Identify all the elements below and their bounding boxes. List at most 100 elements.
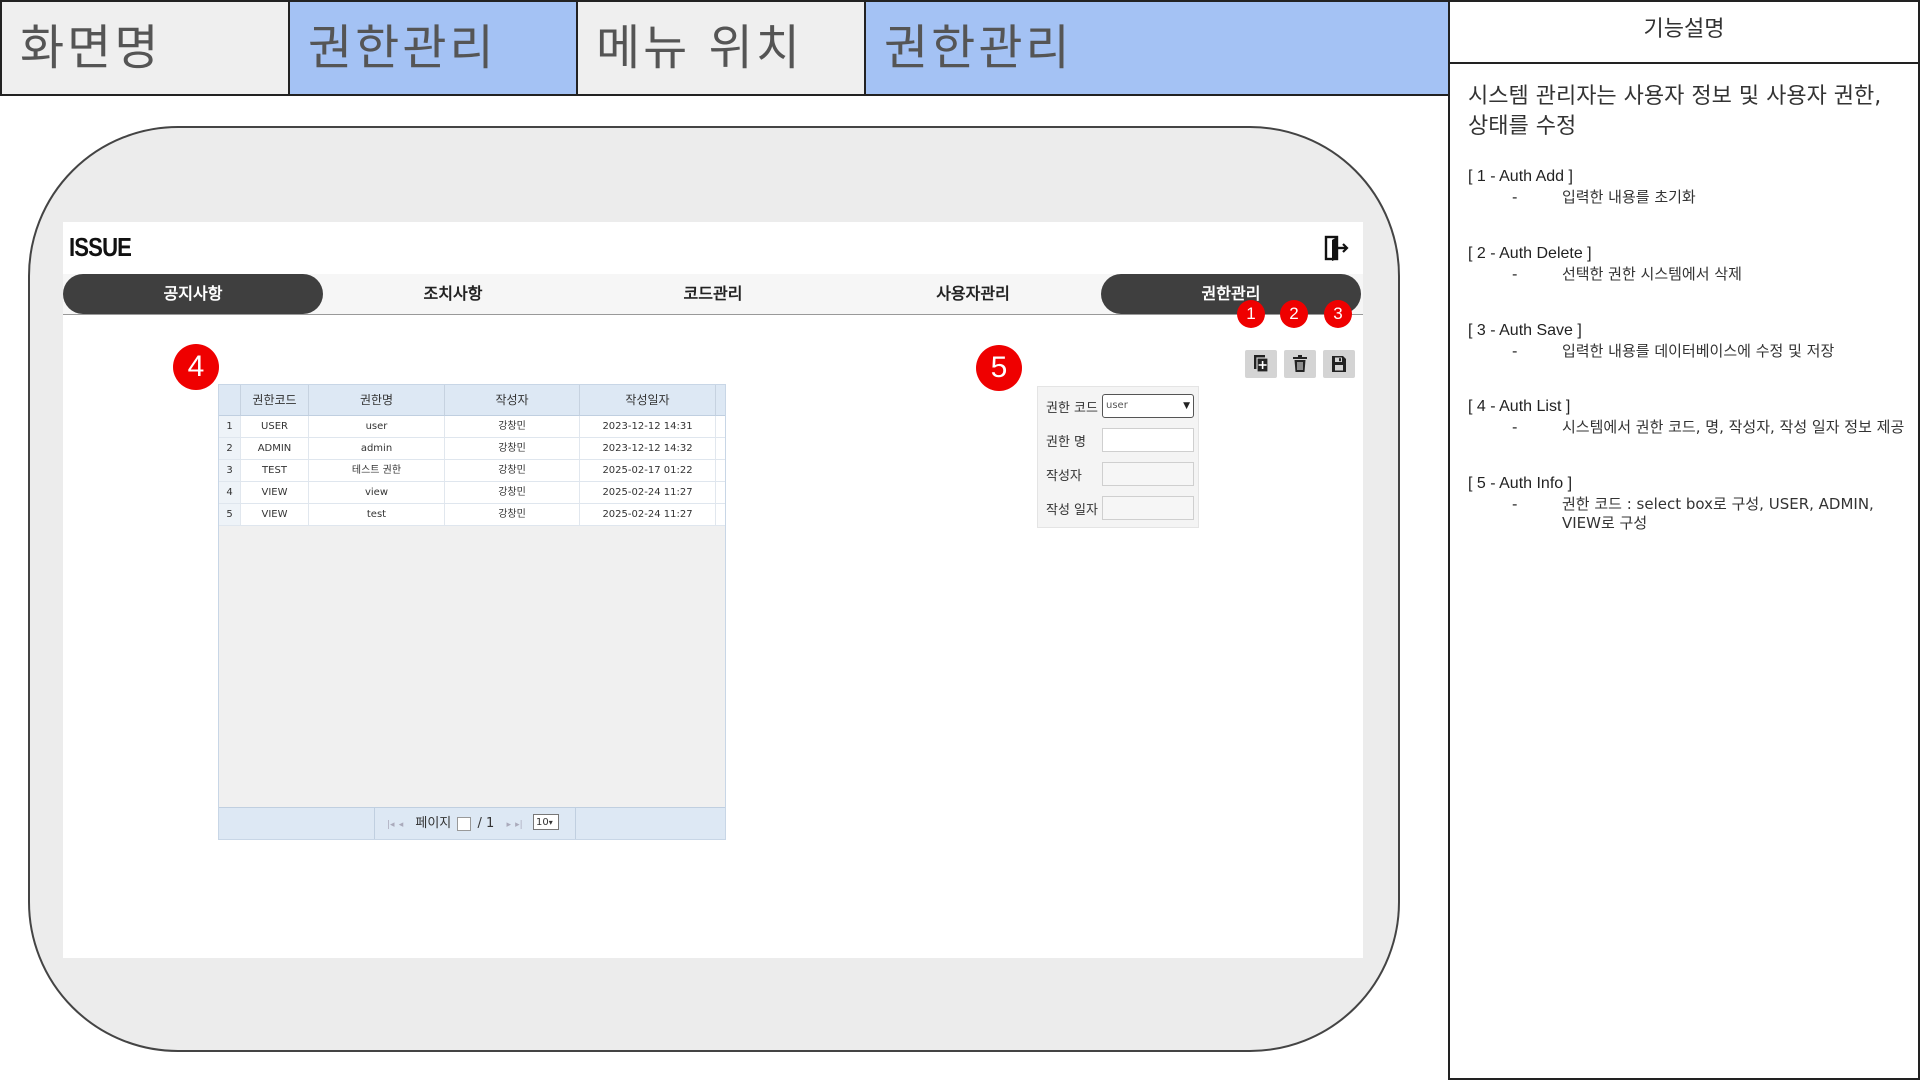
last-page-icon[interactable]: ▸|: [515, 820, 523, 830]
app-screen: ISSUE 공지사항 조치사항 코드관리 사용자관리 권한관리 권한코드 권한명…: [63, 222, 1363, 958]
desc-item-auth-info: [ 5 - Auth Info ] - 권한 코드 : select box로 구…: [1468, 475, 1908, 533]
cell-date: 2023-12-12 14:32: [580, 438, 716, 459]
prev-page-icon[interactable]: ◂: [399, 820, 404, 830]
table-row[interactable]: 5 VIEW test 강창민 2025-02-24 11:27: [219, 504, 725, 526]
tab-code-management[interactable]: 코드관리: [583, 274, 843, 314]
grid-header: 권한코드 권한명 작성자 작성일자: [219, 385, 725, 416]
auth-code-select[interactable]: user ▼: [1102, 394, 1194, 418]
marker-3: 3: [1324, 300, 1352, 328]
cell-author: 강창민: [445, 438, 580, 459]
cell-date: 2025-02-24 11:27: [580, 504, 716, 525]
desc-item-text: 권한 코드 : select box로 구성, USER, ADMIN, VIE…: [1562, 495, 1874, 532]
cell-name: test: [309, 504, 445, 525]
desc-item-auth-save: [ 3 - Auth Save ] - 입력한 내용를 데이터베이스에 수정 및 …: [1468, 322, 1908, 361]
add-document-icon: [1254, 355, 1269, 373]
trash-icon: [1293, 355, 1307, 372]
cell-date: 2025-02-24 11:27: [580, 482, 716, 503]
auth-code-value: user: [1106, 400, 1128, 411]
form-row-created-date: 작성 일자: [1040, 491, 1196, 525]
menu-location-value: 권한관리: [864, 0, 1450, 96]
row-number: 3: [219, 460, 241, 481]
column-header[interactable]: 권한코드: [241, 385, 309, 415]
desc-item-text: 입력한 내용를 데이터베이스에 수정 및 저장: [1562, 342, 1835, 360]
desc-item-text: 입력한 내용를 초기화: [1562, 188, 1696, 206]
cell-name: admin: [309, 438, 445, 459]
field-label: 권한 코드: [1046, 400, 1098, 416]
cell-author: 강창민: [445, 460, 580, 481]
row-number-header: [219, 385, 241, 415]
tab-user-management[interactable]: 사용자관리: [843, 274, 1103, 314]
cell-author: 강창민: [445, 416, 580, 437]
cell-name: view: [309, 482, 445, 503]
desc-item-text: 선택한 권한 시스템에서 삭제: [1562, 265, 1742, 283]
desc-item-title: [ 5 - Auth Info ]: [1468, 475, 1573, 492]
column-header[interactable]: 권한명: [309, 385, 445, 415]
next-page-icon[interactable]: ▸: [506, 820, 511, 830]
cell-date: 2025-02-17 01:22: [580, 460, 716, 481]
cell-name: user: [309, 416, 445, 437]
author-input[interactable]: [1102, 462, 1194, 486]
pager-controls: |◂ ◂ 페이지 / 1 ▸ ▸| 10▾: [374, 808, 576, 839]
marker-5: 5: [976, 345, 1022, 391]
floppy-disk-icon: [1332, 356, 1346, 372]
screen-name-value: 권한관리: [288, 0, 578, 96]
description-panel: 기능설명 시스템 관리자는 사용자 정보 및 사용자 권한, 상태를 수정 [ …: [1448, 0, 1920, 1080]
main-nav: 공지사항 조치사항 코드관리 사용자관리 권한관리: [63, 274, 1363, 315]
page-size-value: 10: [536, 817, 549, 828]
cell-code: ADMIN: [241, 438, 309, 459]
add-button[interactable]: [1245, 350, 1277, 378]
cell-code: VIEW: [241, 482, 309, 503]
desc-item-title: [ 2 - Auth Delete ]: [1468, 245, 1592, 262]
table-row[interactable]: 2 ADMIN admin 강창민 2023-12-12 14:32: [219, 438, 725, 460]
desc-item-text: 시스템에서 권한 코드, 명, 작성자, 작성 일자 정보 제공: [1562, 418, 1905, 436]
field-label: 권한 명: [1046, 434, 1087, 450]
row-number: 5: [219, 504, 241, 525]
created-date-input[interactable]: [1102, 496, 1194, 520]
first-page-icon[interactable]: |◂: [387, 820, 395, 830]
app-brand: ISSUE: [69, 232, 132, 262]
auth-info-form: 권한 코드 user ▼ 권한 명 작성자 작성 일자: [1037, 386, 1199, 528]
table-row[interactable]: 3 TEST 테스트 권한 강창민 2025-02-17 01:22: [219, 460, 725, 482]
logout-icon[interactable]: [1323, 234, 1349, 262]
table-row[interactable]: 4 VIEW view 강창민 2025-02-24 11:27: [219, 482, 725, 504]
row-number: 1: [219, 416, 241, 437]
cell-code: TEST: [241, 460, 309, 481]
marker-1: 1: [1237, 300, 1265, 328]
marker-4: 4: [173, 344, 219, 390]
chevron-down-icon: ▼: [1183, 401, 1190, 411]
column-header[interactable]: 작성일자: [580, 385, 716, 415]
cell-author: 강창민: [445, 482, 580, 503]
page-input[interactable]: [457, 816, 472, 831]
description-title: 기능설명: [1450, 2, 1918, 64]
form-row-auth-name: 권한 명: [1040, 423, 1196, 457]
row-number: 2: [219, 438, 241, 459]
desc-item-title: [ 1 - Auth Add ]: [1468, 168, 1573, 185]
tab-action[interactable]: 조치사항: [323, 274, 583, 314]
page-total: / 1: [477, 816, 495, 831]
desc-item-title: [ 4 - Auth List ]: [1468, 398, 1571, 415]
tab-auth-management[interactable]: 권한관리: [1101, 274, 1361, 314]
form-row-author: 작성자: [1040, 457, 1196, 491]
cell-code: USER: [241, 416, 309, 437]
cell-code: VIEW: [241, 504, 309, 525]
desc-item-auth-delete: [ 2 - Auth Delete ] - 선택한 권한 시스템에서 삭제: [1468, 245, 1908, 284]
cell-name: 테스트 권한: [309, 460, 445, 481]
grid-pager: |◂ ◂ 페이지 / 1 ▸ ▸| 10▾: [219, 807, 725, 839]
tab-notice[interactable]: 공지사항: [63, 274, 323, 314]
cell-author: 강창민: [445, 504, 580, 525]
table-row[interactable]: 1 USER user 강창민 2023-12-12 14:31: [219, 416, 725, 438]
save-button[interactable]: [1323, 350, 1355, 378]
desc-item-title: [ 3 - Auth Save ]: [1468, 322, 1582, 339]
page-label: 페이지: [415, 816, 452, 831]
auth-name-input[interactable]: [1102, 428, 1194, 452]
marker-2: 2: [1280, 300, 1308, 328]
menu-location-label: 메뉴 위치: [576, 0, 866, 96]
column-header[interactable]: 작성자: [445, 385, 580, 415]
screen-name-label: 화면명: [0, 0, 290, 96]
page-size-select[interactable]: 10▾: [533, 814, 559, 830]
auth-list-grid: 권한코드 권한명 작성자 작성일자 1 USER user 강창민 2023-1…: [218, 384, 726, 840]
field-label: 작성 일자: [1046, 502, 1098, 518]
cell-date: 2023-12-12 14:31: [580, 416, 716, 437]
delete-button[interactable]: [1284, 350, 1316, 378]
form-row-auth-code: 권한 코드 user ▼: [1040, 389, 1196, 423]
